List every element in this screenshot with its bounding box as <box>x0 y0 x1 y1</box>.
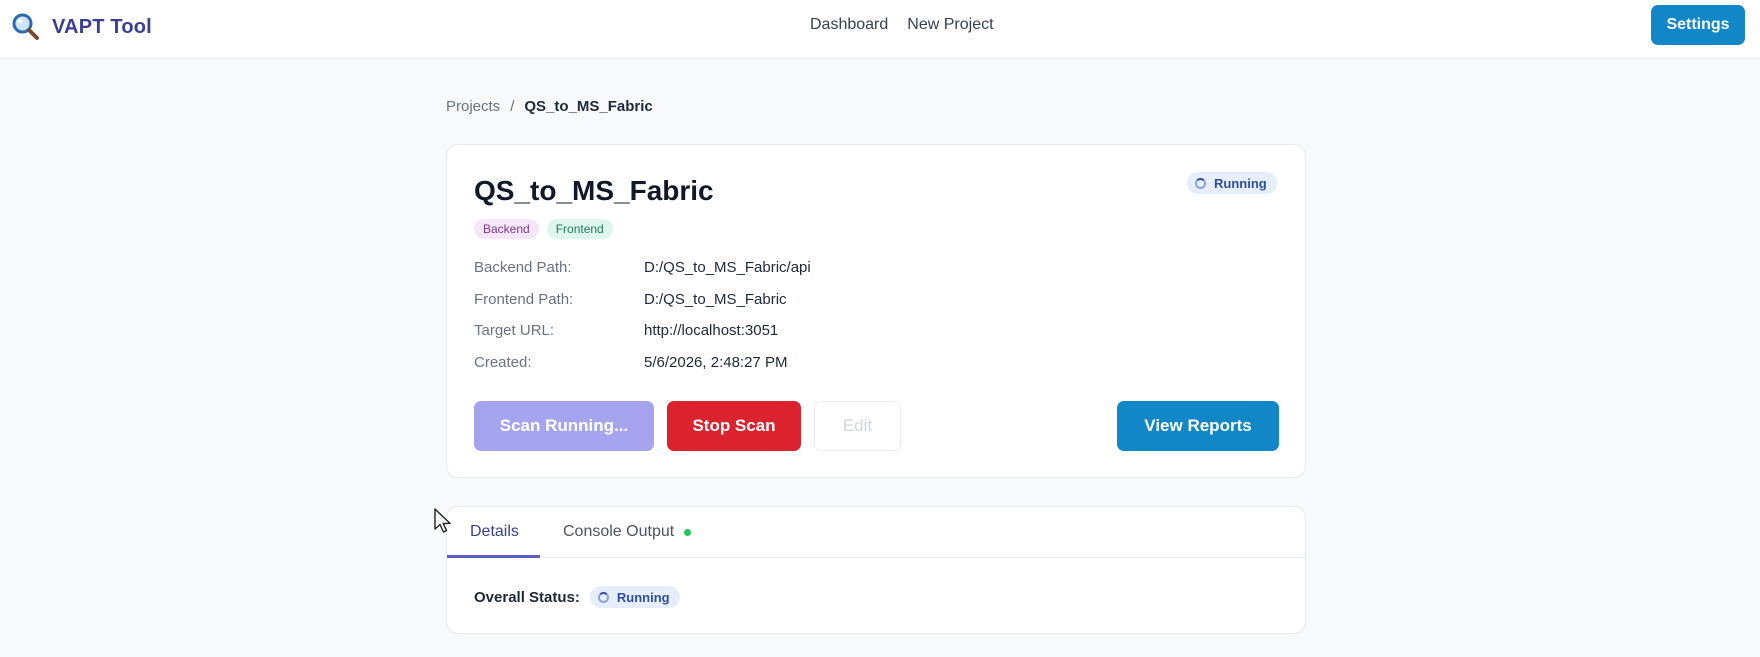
project-card: QS_to_MS_Fabric Running Backend Frontend… <box>446 144 1306 478</box>
main-nav: Dashboard New Project <box>810 16 994 34</box>
detail-label: Target URL: <box>474 322 555 339</box>
breadcrumb-separator: / <box>510 98 515 115</box>
detail-row-created: Created: 5/6/2026, 2:48:27 PM <box>474 354 811 386</box>
project-tags: Backend Frontend <box>474 219 613 239</box>
view-reports-button[interactable]: View Reports <box>1117 401 1279 451</box>
detail-label: Created: <box>474 353 532 371</box>
overall-status-label: Overall Status: <box>474 588 580 606</box>
tab-details-label: Details <box>470 523 519 540</box>
project-details: Backend Path: D:/QS_to_MS_Fabric/api Fro… <box>474 259 811 385</box>
stop-scan-button[interactable]: Stop Scan <box>667 401 801 451</box>
tag-frontend: Frontend <box>546 219 613 239</box>
detail-row-backend-path: Backend Path: D:/QS_to_MS_Fabric/api <box>474 259 811 291</box>
breadcrumb: Projects / QS_to_MS_Fabric <box>446 98 653 115</box>
live-indicator-dot <box>684 528 692 536</box>
overall-status: Overall Status: Running <box>474 586 680 608</box>
top-navigation-bar: VAPT Tool Dashboard New Project Settings <box>0 0 1760 59</box>
status-badge: Running <box>1187 172 1277 194</box>
detail-value: 5/6/2026, 2:48:27 PM <box>644 353 788 371</box>
breadcrumb-projects[interactable]: Projects <box>446 98 500 115</box>
project-title: QS_to_MS_Fabric <box>474 175 714 206</box>
overall-status-value: Running <box>616 589 670 605</box>
spinner-icon <box>597 591 609 603</box>
detail-label: Backend Path: <box>474 259 572 276</box>
nav-new-project[interactable]: New Project <box>907 16 993 34</box>
status-badge-label: Running <box>1214 175 1267 191</box>
detail-row-frontend-path: Frontend Path: D:/QS_to_MS_Fabric <box>474 291 811 323</box>
nav-dashboard[interactable]: Dashboard <box>810 16 888 34</box>
active-tab-indicator <box>447 555 540 558</box>
tab-console-label: Console Output <box>563 523 675 540</box>
brand-name: VAPT Tool <box>52 15 152 38</box>
project-tabs-panel: Details Console Output Overall Status: R… <box>446 506 1306 634</box>
detail-value: http://localhost:3051 <box>644 322 779 339</box>
spinner-icon <box>1195 177 1206 189</box>
detail-label: Frontend Path: <box>474 290 574 308</box>
edit-button[interactable]: Edit <box>814 401 901 451</box>
mouse-pointer-icon <box>434 508 451 533</box>
settings-button[interactable]: Settings <box>1651 5 1745 45</box>
tab-bar: Details Console Output <box>447 507 1305 558</box>
detail-value: D:/QS_to_MS_Fabric <box>644 290 787 308</box>
brand[interactable]: VAPT Tool <box>11 12 152 42</box>
tab-details[interactable]: Details <box>470 523 519 541</box>
scan-running-button[interactable]: Scan Running... <box>474 401 654 451</box>
detail-row-target-url: Target URL: http://localhost:3051 <box>474 322 811 354</box>
breadcrumb-current: QS_to_MS_Fabric <box>524 98 653 115</box>
tab-console-output[interactable]: Console Output <box>563 523 692 541</box>
magnifier-icon <box>12 13 39 40</box>
overall-status-badge: Running <box>589 586 680 608</box>
detail-value: D:/QS_to_MS_Fabric/api <box>644 259 811 276</box>
tag-backend: Backend <box>474 219 539 239</box>
